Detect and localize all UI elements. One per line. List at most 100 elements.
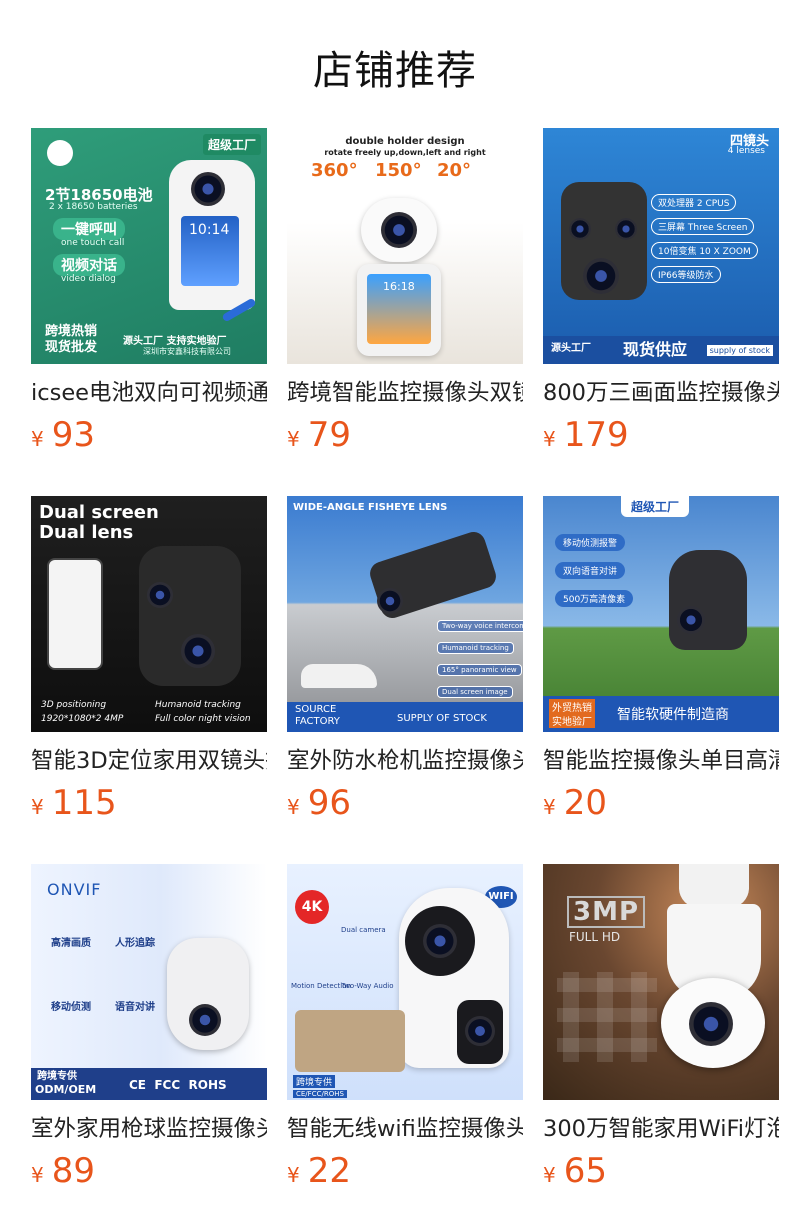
product-card[interactable]: 超级工厂 2节18650电池 2 x 18650 batteries 一键呼叫 …	[31, 128, 267, 496]
feature-item: 人形追踪	[115, 938, 155, 949]
product-image[interactable]: ONVIF 高清画质 人形追踪 移动侦测 语音对讲 跨境专供 ODM/OEM C…	[31, 864, 267, 1100]
promo-note: 源头工厂 支持实地验厂	[123, 336, 227, 347]
image-heading: WIDE-ANGLE FISHEYE LENS	[293, 502, 448, 513]
screen-time: 10:14	[189, 222, 230, 238]
feature-item: IP66等级防水	[651, 266, 721, 283]
currency-symbol: ¥	[543, 795, 556, 819]
product-price: ¥79	[287, 418, 523, 458]
price-value: 96	[307, 783, 351, 823]
feature-item: 移动侦测	[51, 1002, 91, 1013]
product-card[interactable]: 3MP FULL HD 300万智能家用WiFi灯泡摄像头 ¥65	[543, 864, 779, 1232]
product-price: ¥179	[543, 418, 779, 458]
image-heading: Dual screen	[39, 502, 159, 523]
product-price: ¥20	[543, 786, 779, 826]
price-value: 89	[51, 1151, 95, 1191]
banner-text: 智能软硬件制造商	[617, 707, 729, 723]
feature-item: Dual camera	[341, 926, 386, 934]
resolution-label: 3MP	[567, 896, 646, 928]
feature-item: 高清画质	[51, 938, 91, 949]
banner-tag: 跨境专供	[37, 1071, 77, 1082]
product-price: ¥115	[31, 786, 267, 826]
product-name[interactable]: 300万智能家用WiFi灯泡摄像头	[543, 1114, 779, 1144]
product-name[interactable]: 智能监控摄像头单目高清	[543, 746, 779, 776]
product-price: ¥96	[287, 786, 523, 826]
price-value: 115	[51, 783, 117, 823]
company-text: 深圳市安鑫科技有限公司	[143, 347, 231, 356]
currency-symbol: ¥	[543, 427, 556, 451]
product-name[interactable]: 室外防水枪机监控摄像头	[287, 746, 523, 776]
feature-subtext: video dialog	[61, 274, 116, 284]
price-value: 179	[563, 415, 629, 455]
banner-tag: 外贸热销	[549, 699, 595, 714]
car-icon	[301, 664, 377, 688]
price-value: 22	[307, 1151, 351, 1191]
banner-tag: 跨境专供	[293, 1075, 336, 1088]
feature-item: Two-Way Audio	[341, 982, 394, 990]
banner-tag: CE/FCC/ROHS	[293, 1090, 347, 1098]
feature-subtext: one touch call	[61, 238, 125, 248]
feature-item: 移动侦测报警	[555, 534, 626, 551]
banner-text: 现货供应	[623, 340, 688, 359]
product-image[interactable]: Dual screen Dual lens 3D positioning Hum…	[31, 496, 267, 732]
promo-text: 现货批发	[45, 340, 98, 355]
product-card[interactable]: ONVIF 高清画质 人形追踪 移动侦测 语音对讲 跨境专供 ODM/OEM C…	[31, 864, 267, 1232]
product-name[interactable]: icsee电池双向可视频通话摄像头	[31, 378, 267, 408]
feature-item: Dual screen image	[437, 686, 513, 698]
banner-text: supply of stock	[706, 345, 773, 356]
camera-lens	[377, 588, 403, 614]
product-image[interactable]: 四镜头 4 lenses 双处理器 2 CPUS 三屏幕 Three Scree…	[543, 128, 779, 364]
product-image[interactable]: 超级工厂 2节18650电池 2 x 18650 batteries 一键呼叫 …	[31, 128, 267, 364]
product-card[interactable]: WIDE-ANGLE FISHEYE LENS Two-way voice in…	[287, 496, 523, 864]
product-card[interactable]: 4K WIFI Dual camera Motion Detection Two…	[287, 864, 523, 1232]
product-image[interactable]: 3MP FULL HD	[543, 864, 779, 1100]
banner-tag: ODM/OEM	[35, 1083, 97, 1096]
product-image[interactable]: WIDE-ANGLE FISHEYE LENS Two-way voice in…	[287, 496, 523, 732]
product-image[interactable]: 超级工厂 移动侦测报警 双向语音对讲 500万高清像素 外贸热销 实地验厂 智能…	[543, 496, 779, 732]
image-heading: double holder design	[345, 136, 465, 147]
product-price: ¥89	[31, 1154, 267, 1194]
product-image[interactable]: 4K WIFI Dual camera Motion Detection Two…	[287, 864, 523, 1100]
product-grid: 超级工厂 2节18650电池 2 x 18650 batteries 一键呼叫 …	[31, 128, 779, 1232]
product-price: ¥65	[543, 1154, 779, 1194]
product-name[interactable]: 智能无线wifi监控摄像头	[287, 1114, 523, 1144]
product-card[interactable]: double holder design rotate freely up,do…	[287, 128, 523, 496]
product-name[interactable]: 跨境智能监控摄像头双镜头	[287, 378, 523, 408]
camera-body	[669, 550, 747, 650]
feature-item: 500万高清像素	[555, 590, 634, 607]
feature-item: 双向语音对讲	[555, 562, 626, 579]
screen-time: 16:18	[383, 280, 415, 293]
banner-tag: 实地验厂	[549, 713, 595, 728]
bullet-item: 1920*1080*2 4MP	[41, 714, 124, 724]
camera-lens	[189, 1004, 221, 1036]
product-card[interactable]: 四镜头 4 lenses 双处理器 2 CPUS 三屏幕 Three Scree…	[543, 128, 779, 496]
phone-icon	[47, 558, 103, 670]
camera-icon	[47, 140, 73, 166]
brand-logo: ONVIF	[47, 880, 102, 899]
product-image[interactable]: double holder design rotate freely up,do…	[287, 128, 523, 364]
currency-symbol: ¥	[543, 1163, 556, 1187]
banner-text: CE FCC ROHS	[129, 1078, 227, 1092]
resolution-sublabel: FULL HD	[569, 930, 621, 944]
page-title: 店铺推荐	[313, 48, 477, 94]
product-card[interactable]: Dual screen Dual lens 3D positioning Hum…	[31, 496, 267, 864]
product-name[interactable]: 室外家用枪球监控摄像头	[31, 1114, 267, 1144]
corner-sublabel: 4 lenses	[727, 146, 765, 156]
product-name[interactable]: 智能3D定位家用双镜头摄像头	[31, 746, 267, 776]
price-value: 93	[51, 415, 95, 455]
product-card[interactable]: 超级工厂 移动侦测报警 双向语音对讲 500万高清像素 外贸热销 实地验厂 智能…	[543, 496, 779, 864]
feature-item: 三屏幕 Three Screen	[651, 218, 755, 235]
feature-item: 语音对讲	[115, 1002, 155, 1013]
product-name[interactable]: 800万三画面监控摄像头四镜头	[543, 378, 779, 408]
currency-symbol: ¥	[31, 427, 44, 451]
currency-symbol: ¥	[287, 1163, 300, 1187]
feature-item: 双处理器 2 CPUS	[651, 194, 737, 211]
feature-subtext: 2 x 18650 batteries	[49, 202, 138, 212]
camera-lens	[677, 606, 705, 634]
stat-value: 360°	[311, 160, 358, 181]
bullet-item: Humanoid tracking	[155, 700, 241, 710]
currency-symbol: ¥	[287, 795, 300, 819]
camera-lens	[423, 924, 457, 958]
feature-item: Two-way voice intercom	[437, 620, 523, 632]
currency-symbol: ¥	[287, 427, 300, 451]
factory-badge: 超级工厂	[202, 134, 261, 155]
